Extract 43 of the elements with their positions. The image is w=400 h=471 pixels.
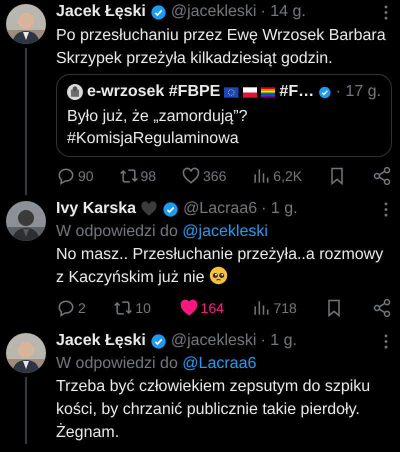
post-time[interactable]: · 14 g. [260,3,380,21]
reply-label: W odpowiedzi do [56,223,178,240]
quoted-author-name: e-wrzosek #FBPE [86,83,220,101]
more-icon[interactable] [384,4,388,20]
quoted-post-card[interactable]: e-wrzosek #FBPE #F… · 17 g. Było już, że „zamordują”? #KomisjaRegulaminowa [56,74,392,157]
share-icon [372,298,392,318]
quoted-post-text: Było już, że „zamordują”? #KomisjaRegulaminowa [67,107,249,149]
rainbow-flag-icon [261,86,276,98]
author-name[interactable]: Jacek Łęski [56,332,146,350]
mention-link[interactable]: @jacekleski [182,223,268,240]
speech-bubble-icon [56,166,76,186]
post-time[interactable]: · 1 g. [261,200,380,218]
reply-label: W odpowiedzi do [56,355,178,372]
more-icon[interactable] [384,334,388,348]
heart-icon [181,166,201,186]
post-text: No masz.. Przesłuchanie przeżyła..a rozmowy z Kaczyńskim już nie [56,246,384,286]
reply-button[interactable]: 90 [56,166,94,186]
post-time: · 17 g. [336,83,382,101]
like-button[interactable]: 366 [181,166,226,186]
post-time[interactable]: · 1 g. [260,332,380,350]
post-text: Po przesłuchaniu przez Ewę Wrzosek Barbara Skrzypek przeżyła kilkadziesiąt godzin. [56,27,386,67]
author-handle[interactable]: @jacekleski [170,3,256,21]
repost-button[interactable]: 10 [113,298,151,318]
poland-flag-icon [242,86,258,98]
heart-icon [178,298,199,318]
more-icon[interactable] [384,202,388,216]
speech-bubble-icon [56,298,76,318]
share-button[interactable] [372,166,392,186]
author-handle[interactable]: @jacekleski [170,332,256,350]
quoted-author-name: #F… [279,83,314,101]
author-name[interactable]: Ivy Karska [56,200,136,218]
author-handle[interactable]: @Lacraa6 [183,200,258,218]
views-button[interactable]: 718 [251,298,297,318]
views-button[interactable]: 6,2K [251,166,302,186]
share-icon [372,166,392,186]
author-name[interactable]: Jacek Łęski [56,3,146,21]
post-text: Trzeba być człowiekiem zepsutym do szpiku kości, by chrzanić publicznie takie pierdoły. Żegnam. [56,378,370,441]
like-button[interactable]: 164 [178,298,224,318]
eu-flag-icon [224,86,239,98]
mention-link[interactable]: @Lacraa6 [182,355,256,372]
repost-button[interactable]: 98 [118,166,156,186]
share-button[interactable] [372,298,392,318]
reply-button[interactable]: 2 [56,298,86,318]
